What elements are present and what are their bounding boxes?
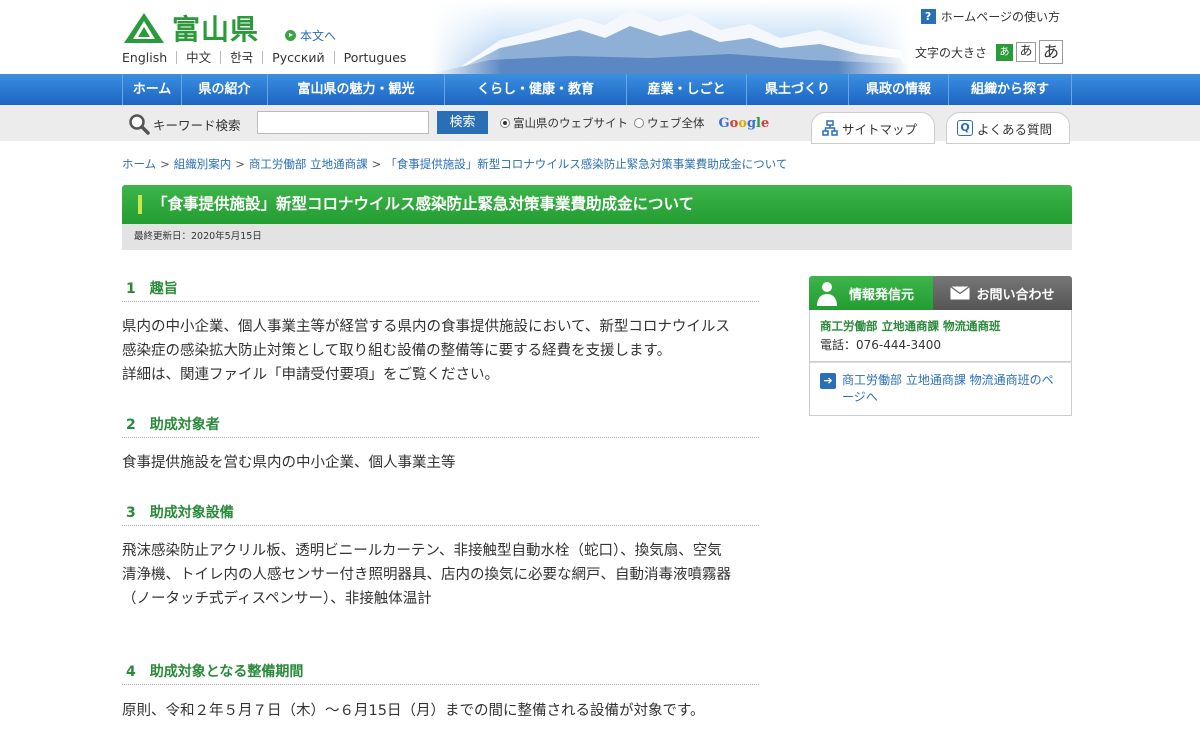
search-input[interactable] <box>257 111 429 134</box>
question-icon: ? <box>920 9 936 24</box>
nav-about[interactable]: 県の紹介 <box>182 74 268 105</box>
paragraph-line: 食事提供施設を営む県内の中小企業、個人事業主等 <box>122 455 456 471</box>
title-marker <box>138 195 142 214</box>
section-number: 1 <box>126 281 136 297</box>
sidebar-tabs: 情報発信元 お問い合わせ <box>809 276 1072 310</box>
sitemap-icon <box>822 120 838 136</box>
search-label: キーワード検索 <box>128 113 241 135</box>
breadcrumb-current: 「食事提供施設」新型コロナウイルス感染防止緊急対策事業費助成金について <box>385 157 788 171</box>
section-3-body: 飛沫感染防止アクリル板、透明ビニールカーテン、非接触型自動水栓（蛇口）、換気扇、… <box>122 539 762 611</box>
faq-icon: Q <box>957 120 973 136</box>
language-links: English 中文 한국 Русский Portugues <box>122 51 415 64</box>
sidebar: 情報発信元 お問い合わせ 商工労働部 立地通商課 物流通商班 電話：076-44… <box>809 276 1072 416</box>
section-number: 4 <box>126 664 136 680</box>
sitemap-button[interactable]: サイトマップ <box>811 112 935 144</box>
scope-site-label: 富山県のウェブサイト <box>513 116 628 130</box>
tab-contact-label: お問い合わせ <box>976 287 1055 303</box>
site-logo[interactable]: 富山県 <box>122 8 259 48</box>
section-1-heading: 1 趣旨 <box>122 278 759 302</box>
nav-living[interactable]: くらし・健康・教育 <box>445 74 627 105</box>
last-updated: 最終更新日：2020年5月15日 <box>122 224 1072 250</box>
section-3-heading: 3 助成対象設備 <box>122 502 759 526</box>
search-bar: キーワード検索 検索 富山県のウェブサイト ウェブ全体 Google サイトマッ… <box>0 105 1200 144</box>
paragraph-line: 詳細は、関連ファイル「申請受付要項」をご覧ください。 <box>122 367 499 383</box>
lang-chinese[interactable]: 中文 <box>176 51 220 64</box>
breadcrumb: ホーム > 組織別案内 > 商工労働部 立地通商課 > 「食事提供施設」新型コロナウイルス感… <box>122 157 788 171</box>
nav-home[interactable]: ホーム <box>122 74 182 105</box>
logo-text: 富山県 <box>172 13 260 46</box>
magnifier-icon <box>129 114 150 135</box>
tab-info-label: 情報発信元 <box>849 287 915 303</box>
search-button[interactable]: 検索 <box>437 111 488 134</box>
faq-button[interactable]: Q よくある質問 <box>946 112 1070 144</box>
scope-web-label: ウェブ全体 <box>647 116 705 130</box>
link-line-1: 商工労働部 立地通商課 物流通商班のペ <box>842 373 1054 387</box>
scope-web-radio[interactable] <box>634 118 644 128</box>
paragraph-line: （ノータッチ式ディスペンサー）、非接触体温計 <box>122 591 432 607</box>
arrow-circle-icon <box>285 30 296 41</box>
section-2-body: 食事提供施設を営む県内の中小企業、個人事業主等 <box>122 451 762 475</box>
section-2-heading: 2 助成対象者 <box>122 414 759 438</box>
faq-label: よくある質問 <box>977 121 1053 137</box>
font-size-small-button[interactable]: あ <box>996 43 1013 61</box>
section-4-heading: 4 助成対象となる整備期間 <box>122 661 759 685</box>
global-nav: ホーム 県の紹介 富山県の魅力・観光 くらし・健康・教育 産業・しごと 県土づく… <box>0 74 1200 105</box>
skip-to-content-link[interactable]: 本文へ <box>285 27 336 44</box>
breadcrumb-home[interactable]: ホーム <box>122 157 156 171</box>
link-line-2: ージへ <box>842 390 878 404</box>
nav-organization[interactable]: 組織から探す <box>949 74 1072 105</box>
section-title: 助成対象設備 <box>149 505 234 521</box>
font-size-control: 文字の大きさ あ あ あ <box>915 40 1063 64</box>
paragraph-line: 飛沫感染防止アクリル板、透明ビニールカーテン、非接触型自動水栓（蛇口）、換気扇、… <box>122 543 722 559</box>
nav-tourism[interactable]: 富山県の魅力・観光 <box>268 74 445 105</box>
font-size-medium-button[interactable]: あ <box>1016 42 1036 62</box>
lang-portuguese[interactable]: Portugues <box>333 51 416 64</box>
section-title: 助成対象となる整備期間 <box>149 664 304 680</box>
contact-info: 商工労働部 立地通商課 物流通商班 電話：076-444-3400 <box>809 310 1072 362</box>
search-scope: 富山県のウェブサイト ウェブ全体 Google <box>500 115 769 131</box>
font-size-large-button[interactable]: あ <box>1039 40 1063 64</box>
dept-page-link-label: 商工労働部 立地通商課 物流通商班のペ ージへ <box>842 371 1054 405</box>
section-number: 3 <box>126 505 136 521</box>
section-4-body: 原則、令和２年５月７日（木）～６月15日（月）までの間に整備される設備が対象です… <box>122 699 762 723</box>
section-number: 2 <box>126 417 136 433</box>
breadcrumb-org[interactable]: 組織別案内 <box>174 157 232 171</box>
howto-link[interactable]: ? ホームページの使い方 <box>920 8 1060 25</box>
paragraph-line: 清浄機、トイレ内の人感センサー付き照明器具、店内の換気に必要な網戸、自動消毒液噴… <box>122 567 731 583</box>
sitemap-label: サイトマップ <box>842 121 918 137</box>
person-icon <box>817 282 837 306</box>
lang-english[interactable]: English <box>122 51 176 64</box>
howto-label: ホームページの使い方 <box>940 10 1060 24</box>
dept-name: 商工労働部 立地通商課 物流通商班 <box>820 319 1001 333</box>
breadcrumb-dept[interactable]: 商工労働部 立地通商課 <box>249 157 368 171</box>
page-title-bar: 「食事提供施設」新型コロナウイルス感染防止緊急対策事業費助成金について <box>122 185 1072 224</box>
tab-info-source[interactable]: 情報発信元 <box>809 276 933 310</box>
lang-korean[interactable]: 한국 <box>220 51 262 64</box>
nav-government[interactable]: 県政の情報 <box>849 74 949 105</box>
page-title: 「食事提供施設」新型コロナウイルス感染防止緊急対策事業費助成金について <box>152 195 695 213</box>
paragraph-line: 原則、令和２年５月７日（木）～６月15日（月）までの間に整備される設備が対象です… <box>122 703 705 719</box>
phone-number: 電話：076-444-3400 <box>820 338 942 352</box>
search-label-text: キーワード検索 <box>153 117 241 133</box>
google-logo: Google <box>718 115 770 131</box>
skip-link-label: 本文へ <box>300 29 337 43</box>
dept-page-link[interactable]: ➔ 商工労働部 立地通商課 物流通商班のペ ージへ <box>809 362 1072 416</box>
section-title: 助成対象者 <box>149 417 220 433</box>
paragraph-line: 感染症の感染拡大防止対策として取り組む設備の整備等に要する経費を支援します。 <box>122 343 672 359</box>
prefecture-emblem-icon <box>124 13 164 43</box>
font-size-label: 文字の大きさ <box>914 45 987 60</box>
nav-industry[interactable]: 産業・しごと <box>627 74 747 105</box>
tab-contact[interactable]: お問い合わせ <box>933 276 1072 310</box>
nav-land[interactable]: 県土づくり <box>747 74 849 105</box>
lang-russian[interactable]: Русский <box>262 51 333 64</box>
scope-site-radio[interactable] <box>500 118 510 128</box>
arrow-right-icon: ➔ <box>820 373 836 389</box>
header-mountain-image <box>430 0 910 74</box>
site-header: 富山県 本文へ English 中文 한국 Русский Portugues … <box>0 0 1200 74</box>
paragraph-line: 県内の中小企業、個人事業主等が経営する県内の食事提供施設において、新型コロナウイ… <box>122 319 730 335</box>
envelope-icon <box>950 286 971 300</box>
section-title: 趣旨 <box>149 281 178 297</box>
section-1-body: 県内の中小企業、個人事業主等が経営する県内の食事提供施設において、新型コロナウイ… <box>122 315 762 387</box>
